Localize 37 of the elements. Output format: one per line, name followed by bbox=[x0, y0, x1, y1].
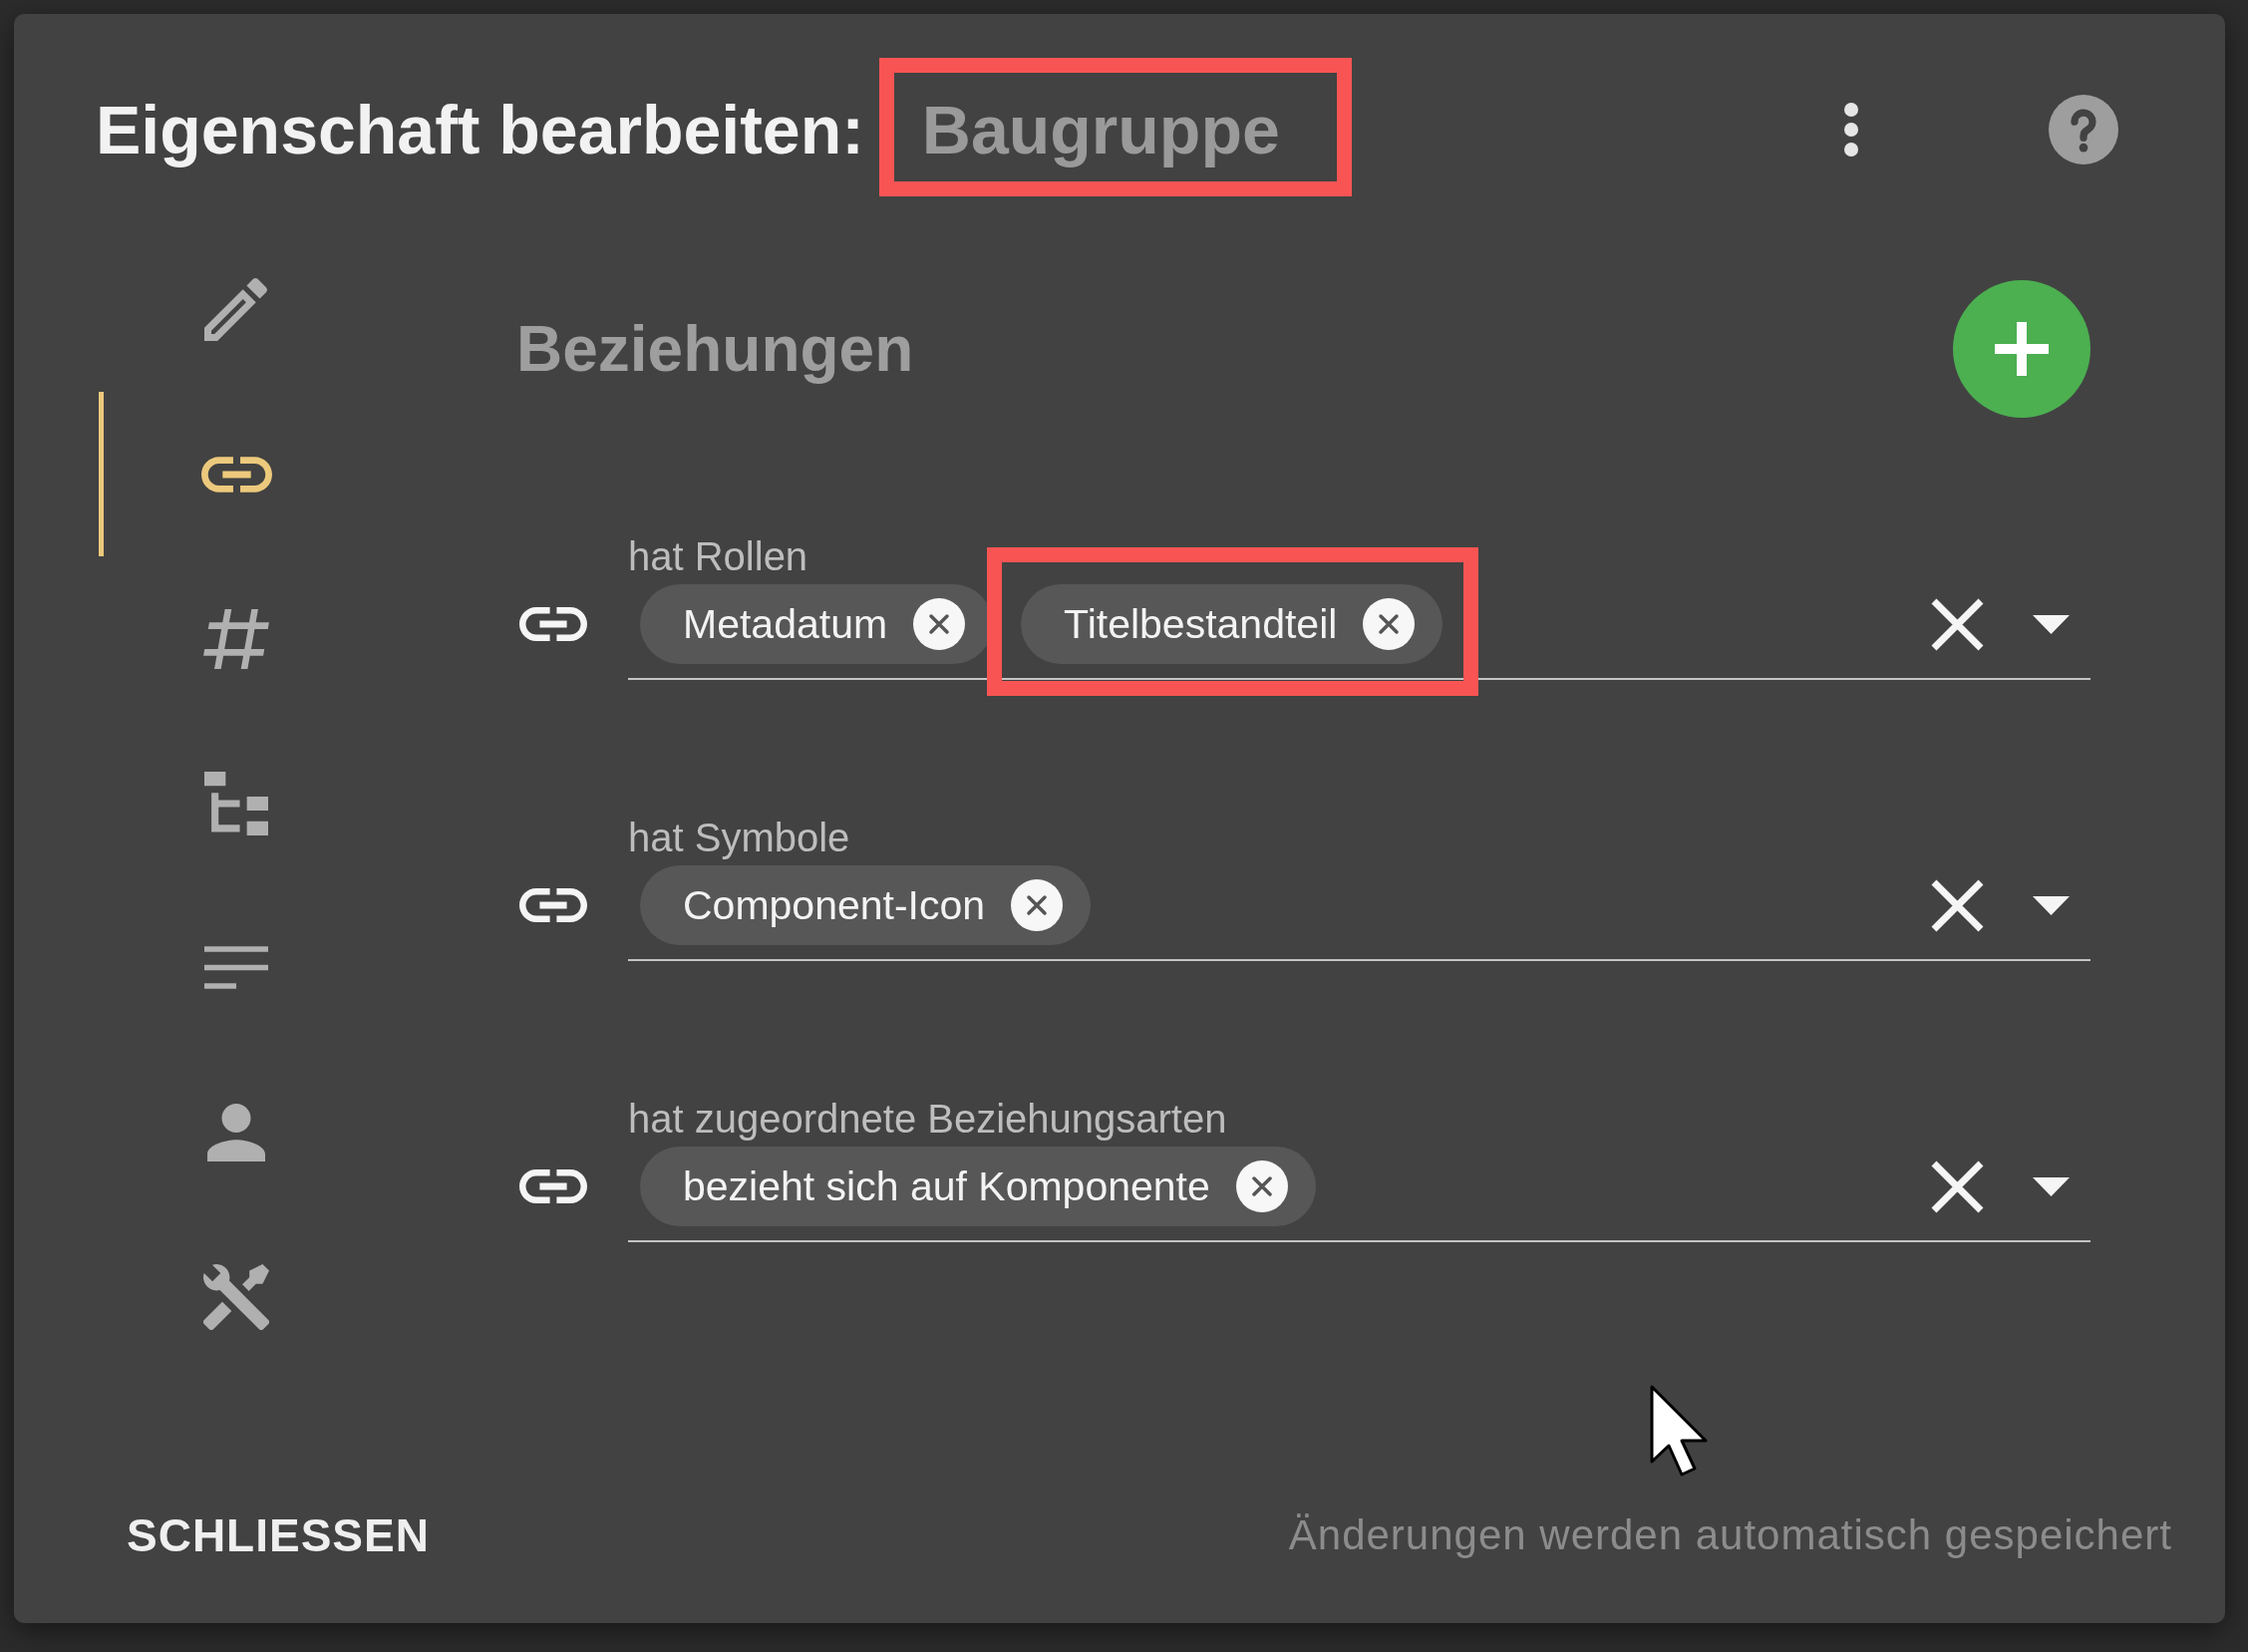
tag-chip[interactable]: bezieht sich auf Komponente bbox=[640, 1147, 1316, 1226]
close-icon[interactable] bbox=[1363, 598, 1416, 650]
field-label: hat Symbole bbox=[628, 815, 851, 861]
section-title: Beziehungen bbox=[516, 312, 914, 386]
close-icon[interactable] bbox=[1931, 1159, 1984, 1213]
tree-icon bbox=[204, 771, 268, 835]
dialog-title: Eigenschaft bearbeiten: bbox=[96, 91, 864, 169]
tag-chip[interactable]: Titelbestandteil bbox=[1021, 584, 1444, 664]
caret-icon[interactable] bbox=[2033, 1176, 2070, 1196]
caret-icon[interactable] bbox=[2033, 614, 2070, 634]
close-icon[interactable] bbox=[1931, 878, 1984, 932]
pencil-icon bbox=[204, 278, 268, 341]
chips-field[interactable]: bezieht sich auf Komponente bbox=[628, 1147, 2090, 1242]
link-icon bbox=[200, 456, 272, 493]
close-icon[interactable] bbox=[913, 598, 966, 650]
link-icon bbox=[519, 888, 587, 922]
kebab-menu-icon[interactable] bbox=[1843, 102, 1859, 158]
close-icon[interactable] bbox=[1235, 1160, 1288, 1212]
close-button[interactable]: SCHLIESSEN bbox=[107, 1492, 450, 1578]
close-icon[interactable] bbox=[1011, 879, 1064, 931]
hash-icon bbox=[203, 608, 269, 669]
tag-chip[interactable]: Component-Icon bbox=[640, 865, 1092, 945]
status-text: Änderungen werden automatisch gespeichert bbox=[1288, 1511, 2172, 1559]
chips-field[interactable]: Metadatum Titelbestandteil bbox=[628, 584, 2090, 680]
lines-icon bbox=[204, 946, 268, 989]
close-icon[interactable] bbox=[1931, 597, 1984, 651]
caret-icon[interactable] bbox=[2033, 895, 2070, 915]
link-icon bbox=[519, 607, 587, 641]
field-label: hat Rollen bbox=[628, 533, 809, 580]
plus-icon bbox=[1995, 322, 2049, 376]
chips-field[interactable]: Component-Icon bbox=[628, 865, 2090, 961]
field-label: hat zugeordnete Beziehungsarten bbox=[628, 1096, 1228, 1143]
person-icon bbox=[207, 1103, 265, 1161]
subject-name: Baugruppe bbox=[921, 91, 1280, 169]
link-icon bbox=[519, 1169, 587, 1203]
help-icon[interactable] bbox=[2049, 95, 2118, 165]
tools-icon bbox=[203, 1263, 269, 1330]
